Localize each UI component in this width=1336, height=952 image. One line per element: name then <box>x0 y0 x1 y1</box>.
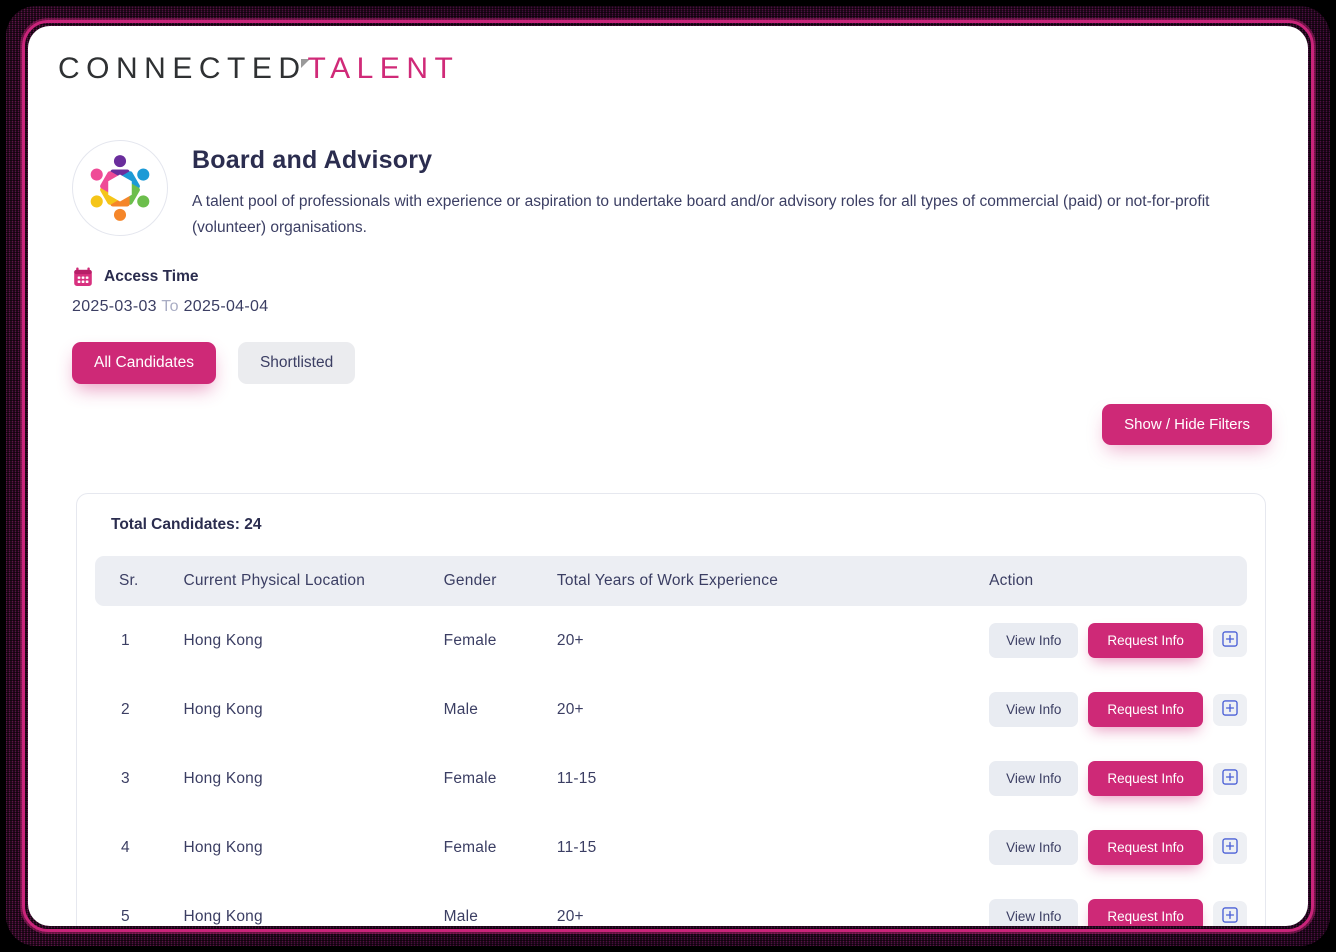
access-time-block: Access Time 2025-03-03 To 2025-04-04 <box>72 266 268 316</box>
cell-experience: 11-15 <box>556 769 597 787</box>
request-info-button[interactable]: Request Info <box>1088 692 1203 727</box>
table-row: 5 Hong Kong Male 20+ View Info Request I… <box>95 882 1247 926</box>
brand-logo-talent: TALENT <box>307 52 460 85</box>
tab-all-candidates[interactable]: All Candidates <box>72 342 216 384</box>
screenshot-root: CONNECTEDTALENT Board and Advisory A tal… <box>0 0 1336 952</box>
cell-location: Hong Kong <box>183 769 263 787</box>
add-to-shortlist-button[interactable] <box>1212 831 1247 864</box>
cell-sr: 1 <box>121 631 130 649</box>
cell-sr: 5 <box>121 907 130 925</box>
row-action-group: View Info Request Info <box>989 761 1247 796</box>
plus-square-icon <box>1221 906 1239 926</box>
table-row: 2 Hong Kong Male 20+ View Info Request I… <box>95 675 1247 744</box>
brand-logo: CONNECTEDTALENT <box>58 52 459 86</box>
column-header-sr: Sr. <box>119 572 139 589</box>
candidates-panel: Total Candidates: 24 Sr. Current Physica… <box>76 493 1266 926</box>
cell-location: Hong Kong <box>183 907 263 925</box>
view-info-button[interactable]: View Info <box>989 830 1079 865</box>
row-action-group: View Info Request Info <box>989 623 1247 658</box>
cell-gender: Female <box>443 838 497 856</box>
cell-experience: 20+ <box>556 700 584 718</box>
cell-sr: 2 <box>121 700 130 718</box>
table-row: 4 Hong Kong Female 11-15 View Info Reque… <box>95 813 1247 882</box>
request-info-button[interactable]: Request Info <box>1088 899 1203 926</box>
access-start-date: 2025-03-03 <box>72 298 157 315</box>
table-body: 1 Hong Kong Female 20+ View Info Request… <box>95 606 1247 926</box>
request-info-button[interactable]: Request Info <box>1088 623 1203 658</box>
tab-shortlisted[interactable]: Shortlisted <box>237 342 356 384</box>
view-info-button[interactable]: View Info <box>989 761 1079 796</box>
brand-logo-connected: CONNECTED <box>58 52 307 85</box>
cell-location: Hong Kong <box>183 838 263 856</box>
add-to-shortlist-button[interactable] <box>1212 693 1247 726</box>
team-circle-icon <box>72 140 168 236</box>
row-action-group: View Info Request Info <box>989 830 1247 865</box>
table-header: Sr. Current Physical Location Gender Tot… <box>95 556 1247 606</box>
column-header-gender: Gender <box>443 572 497 589</box>
table-row: 3 Hong Kong Female 11-15 View Info Reque… <box>95 744 1247 813</box>
candidates-table: Sr. Current Physical Location Gender Tot… <box>95 556 1247 926</box>
cell-action: View Info Request Info <box>989 675 1247 744</box>
view-info-button[interactable]: View Info <box>989 692 1079 727</box>
cell-location: Hong Kong <box>183 631 263 649</box>
cell-gender: Male <box>443 700 479 718</box>
calendar-icon <box>72 266 94 288</box>
cell-gender: Female <box>443 769 497 787</box>
candidate-tabs: All Candidates Shortlisted <box>72 342 356 384</box>
plus-square-icon <box>1221 630 1239 651</box>
cell-action: View Info Request Info <box>989 882 1247 926</box>
app-card: CONNECTEDTALENT Board and Advisory A tal… <box>28 26 1308 926</box>
page-title: Board and Advisory <box>192 146 433 174</box>
add-to-shortlist-button[interactable] <box>1212 900 1247 926</box>
access-date-separator: To <box>161 298 179 315</box>
plus-square-icon <box>1221 699 1239 720</box>
request-info-button[interactable]: Request Info <box>1088 830 1203 865</box>
access-time-range: 2025-03-03 To 2025-04-04 <box>72 298 268 316</box>
cell-sr: 4 <box>121 838 130 856</box>
column-header-location: Current Physical Location <box>183 572 366 589</box>
add-to-shortlist-button[interactable] <box>1212 624 1247 657</box>
request-info-button[interactable]: Request Info <box>1088 761 1203 796</box>
cell-experience: 20+ <box>556 907 584 925</box>
cell-gender: Male <box>443 907 479 925</box>
row-action-group: View Info Request Info <box>989 899 1247 926</box>
cell-sr: 3 <box>121 769 130 787</box>
column-header-action: Action <box>989 572 1034 589</box>
view-info-button[interactable]: View Info <box>989 623 1079 658</box>
column-header-experience: Total Years of Work Experience <box>556 572 779 589</box>
plus-square-icon <box>1221 837 1239 858</box>
plus-square-icon <box>1221 768 1239 789</box>
access-end-date: 2025-04-04 <box>183 298 269 315</box>
table-row: 1 Hong Kong Female 20+ View Info Request… <box>95 606 1247 675</box>
cell-experience: 20+ <box>556 631 584 649</box>
view-info-button[interactable]: View Info <box>989 899 1079 926</box>
access-time-label: Access Time <box>104 268 199 285</box>
pool-description: A talent pool of professionals with expe… <box>192 193 1210 236</box>
cell-location: Hong Kong <box>183 700 263 718</box>
row-action-group: View Info Request Info <box>989 692 1247 727</box>
table-header-row: Sr. Current Physical Location Gender Tot… <box>95 556 1247 606</box>
cell-action: View Info Request Info <box>989 813 1247 882</box>
total-candidates-label: Total Candidates: 24 <box>111 516 262 533</box>
cell-action: View Info Request Info <box>989 606 1247 675</box>
add-to-shortlist-button[interactable] <box>1212 762 1247 795</box>
cell-experience: 11-15 <box>556 838 597 856</box>
cell-gender: Female <box>443 631 497 649</box>
pool-header: Board and Advisory A talent pool of prof… <box>72 138 1282 241</box>
show-hide-filters-button[interactable]: Show / Hide Filters <box>1102 404 1272 445</box>
cell-action: View Info Request Info <box>989 744 1247 813</box>
